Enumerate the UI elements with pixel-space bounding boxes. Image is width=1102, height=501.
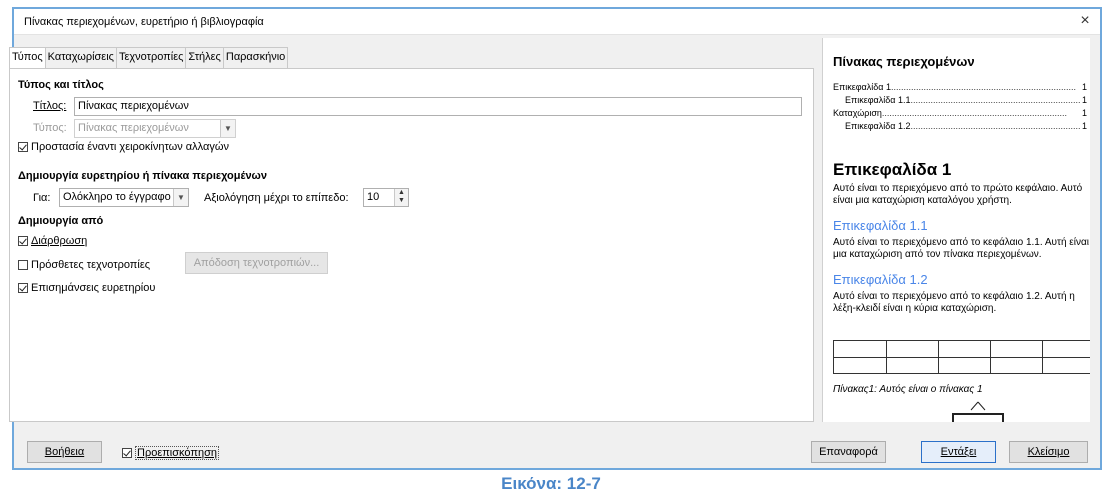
dialog-title: Πίνακας περιεχομένων, ευρετήριο ή βιβλιο… [24, 16, 264, 28]
preview-paragraph-1-1: Αυτό είναι το περιεχόμενο από το κεφάλαι… [833, 237, 1089, 260]
checkbox-checked-icon [18, 142, 28, 152]
toc-entry-text: Επικεφαλίδα 1 [833, 82, 891, 92]
type-tab-panel: Τύπος και τίτλος Τίτλος: Πίνακας περιεχο… [9, 68, 814, 422]
toc-leader-dots: ........................................… [910, 95, 1088, 105]
toc-entry-page: 1 [1080, 82, 1087, 92]
toc-entry: Επικεφαλίδα 1.1.........................… [845, 95, 1087, 105]
toc-entry-text: Επικεφαλίδα 1.1 [845, 95, 911, 105]
tab-entries[interactable]: Καταχωρίσεις [44, 47, 117, 69]
protect-checkbox[interactable]: Προστασία έναντι χειροκίνητων αλλαγών [18, 141, 229, 153]
preview-paragraph-1: Αυτό είναι το περιεχόμενο από το πρώτο κ… [833, 183, 1083, 206]
preview-paragraph-1-2: Αυτό είναι το περιεχόμενο από το κεφάλαι… [833, 291, 1075, 314]
outline-checkbox[interactable]: Διάρθρωση [18, 235, 87, 247]
assign-styles-button[interactable]: Απόδοση τεχνοτροπιών... [185, 252, 328, 274]
checkbox-checked-icon [122, 448, 132, 458]
toc-entry-text: Καταχώριση [833, 108, 882, 118]
tab-background[interactable]: Παρασκήνιο [222, 47, 289, 69]
level-spinner[interactable]: 10 ▲ ▼ [363, 188, 409, 207]
tab-columns[interactable]: Στήλες [185, 47, 224, 69]
index-marks-label: Επισημάνσεις ευρετηρίου [31, 282, 156, 294]
for-select[interactable]: Ολόκληρο το έγγραφο ▼ [59, 188, 189, 207]
protect-label: Προστασία έναντι χειροκίνητων αλλαγών [31, 141, 229, 153]
tab-bar: Τύπος Καταχωρίσεις Τεχνοτροπίες Στήλες Π… [9, 47, 289, 70]
extra-styles-label: Πρόσθετες τεχνοτροπίες [31, 259, 151, 271]
checkbox-unchecked-icon [18, 260, 28, 270]
create-index-heading: Δημιουργία ευρετηρίου ή πίνακα περιεχομέ… [18, 170, 267, 182]
toc-entry-page: 1 [1080, 95, 1087, 105]
extra-styles-checkbox[interactable]: Πρόσθετες τεχνοτροπίες [18, 259, 150, 271]
toc-entry: Καταχώριση..............................… [833, 108, 1087, 118]
figure-caption: Εικόνα: 12-7 [501, 474, 601, 493]
help-button[interactable]: Βοήθεια [27, 441, 102, 463]
table-col-divider [886, 341, 887, 373]
toc-entry: Επικεφαλίδα 1...........................… [833, 82, 1087, 92]
preview-toc-title: Πίνακας περιεχομένων [833, 54, 975, 69]
table-col-divider [1042, 341, 1043, 373]
type-label: Τύπος: [33, 122, 67, 134]
preview-table-caption: Πίνακας1: Αυτός είναι ο πίνακας 1 [833, 384, 983, 395]
toc-leader-dots: ........................................… [910, 121, 1088, 131]
toc-leader-dots: ........................................… [881, 108, 1067, 118]
preview-heading-1-1: Επικεφαλίδα 1.1 [833, 218, 928, 233]
type-select[interactable]: Πίνακας περιεχομένων ▼ [74, 119, 236, 138]
preview-pane: Πίνακας περιεχομένων Επικεφαλίδα 1......… [822, 38, 1090, 422]
outline-label: Διάρθρωση [31, 235, 88, 247]
title-bar: Πίνακας περιεχομένων, ευρετήριο ή βιβλιο… [14, 9, 1100, 35]
checkbox-checked-icon [18, 283, 28, 293]
create-from-heading: Δημιουργία από [18, 215, 104, 227]
tab-styles[interactable]: Τεχνοτροπίες [115, 47, 187, 69]
type-title-heading: Τύπος και τίτλος [18, 79, 104, 91]
title-label: Τίτλος: [33, 100, 67, 112]
for-select-value: Ολόκληρο το έγγραφο [63, 191, 171, 203]
index-marks-checkbox[interactable]: Επισημάνσεις ευρετηρίου [18, 282, 155, 294]
toc-entry-page: 1 [1080, 108, 1087, 118]
toc-leader-dots: ........................................… [890, 82, 1077, 92]
checkbox-checked-icon [18, 236, 28, 246]
preview-heading-1-2: Επικεφαλίδα 1.2 [833, 272, 928, 287]
preview-table [833, 340, 1090, 374]
toc-entry-page: 1 [1080, 121, 1087, 131]
title-input[interactable]: Πίνακας περιεχομένων [74, 97, 802, 116]
level-label: Αξιολόγηση μέχρι το επίπεδο: [204, 192, 349, 204]
close-icon[interactable]: × [1076, 11, 1094, 31]
preview-heading-1: Επικεφαλίδα 1 [833, 160, 952, 179]
chevron-down-icon: ▼ [220, 120, 235, 137]
type-select-value: Πίνακας περιεχομένων [78, 122, 189, 134]
chevron-down-icon: ▼ [173, 189, 188, 206]
preview-frame-icon [952, 401, 1004, 422]
toc-entry-text: Επικεφαλίδα 1.2 [845, 121, 911, 131]
toc-entry: Επικεφαλίδα 1.2.........................… [845, 121, 1087, 131]
table-col-divider [938, 341, 939, 373]
reset-button[interactable]: Επαναφορά [811, 441, 886, 463]
close-button[interactable]: Κλείσιμο [1009, 441, 1088, 463]
table-row-divider [834, 357, 1090, 358]
for-label: Για: [33, 192, 51, 204]
table-col-divider [990, 341, 991, 373]
preview-checkbox[interactable]: Προεπισκόπηση [122, 446, 219, 460]
preview-label: Προεπισκόπηση [135, 446, 219, 460]
tab-type[interactable]: Τύπος [9, 47, 46, 70]
level-value: 10 [367, 191, 380, 203]
spinner-arrows-icon[interactable]: ▲ ▼ [394, 189, 408, 206]
insert-button[interactable]: Εντάξει [921, 441, 996, 463]
